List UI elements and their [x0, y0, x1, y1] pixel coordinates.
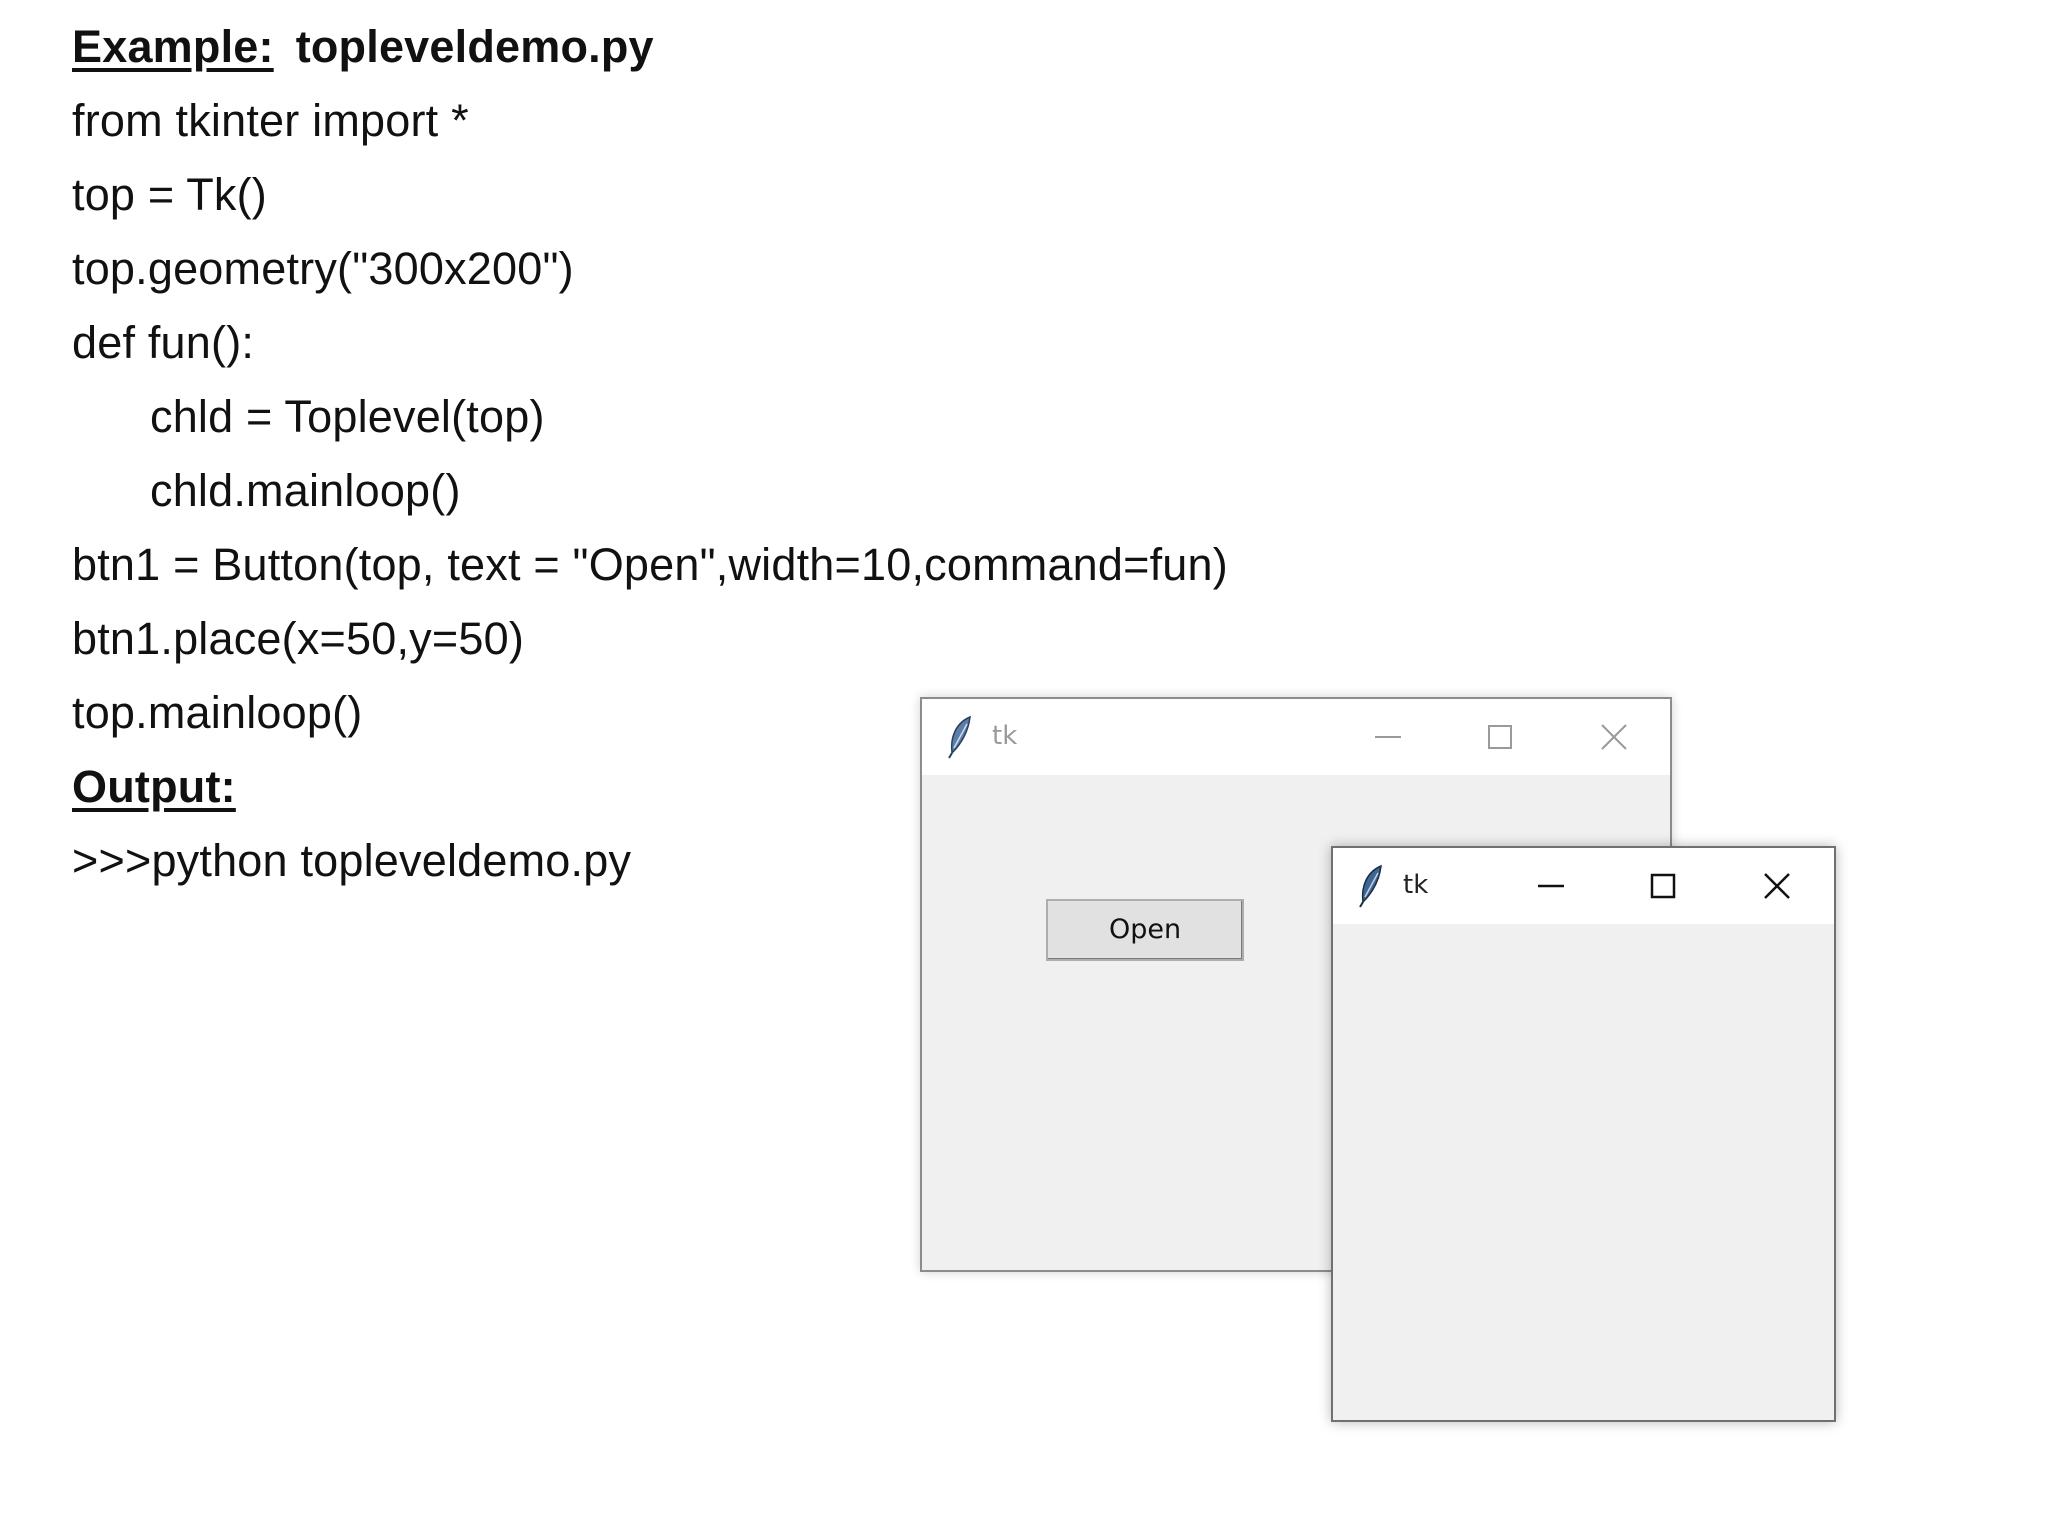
close-button[interactable] — [1588, 711, 1640, 763]
maximize-icon — [1488, 725, 1512, 749]
main-window-title: tk — [992, 721, 1018, 751]
example-filename: topleveldemo.py — [295, 21, 654, 72]
minimize-icon — [1538, 884, 1564, 888]
code-line: from tkinter import * — [72, 95, 469, 146]
code-line: top.geometry("300x200") — [72, 243, 574, 294]
code-line: btn1.place(x=50,y=50) — [72, 613, 525, 664]
minimize-icon — [1375, 736, 1401, 738]
child-window-title: tk — [1403, 870, 1429, 900]
example-label: Example: — [72, 21, 274, 72]
close-icon — [1764, 873, 1790, 899]
feather-icon — [946, 715, 976, 759]
code-line: btn1 = Button(top, text = "Open",width=1… — [72, 539, 1228, 590]
open-button[interactable]: Open — [1046, 899, 1244, 961]
maximize-icon — [1650, 873, 1676, 899]
code-line: chld.mainloop() — [150, 465, 461, 516]
maximize-button[interactable] — [1474, 711, 1526, 763]
code-line: chld = Toplevel(top) — [150, 391, 545, 442]
code-line: def fun(): — [72, 317, 255, 368]
close-icon — [1601, 724, 1627, 750]
feather-icon — [1357, 864, 1387, 908]
minimize-button[interactable] — [1525, 860, 1577, 912]
minimize-button[interactable] — [1362, 711, 1414, 763]
code-line: top = Tk() — [72, 169, 267, 220]
close-button[interactable] — [1751, 860, 1803, 912]
child-window-titlebar[interactable]: tk — [1333, 848, 1834, 924]
maximize-button[interactable] — [1637, 860, 1689, 912]
example-heading: Example: topleveldemo.py — [72, 10, 1472, 84]
main-window-titlebar[interactable]: tk — [922, 699, 1670, 775]
tk-child-window: tk — [1331, 846, 1836, 1422]
